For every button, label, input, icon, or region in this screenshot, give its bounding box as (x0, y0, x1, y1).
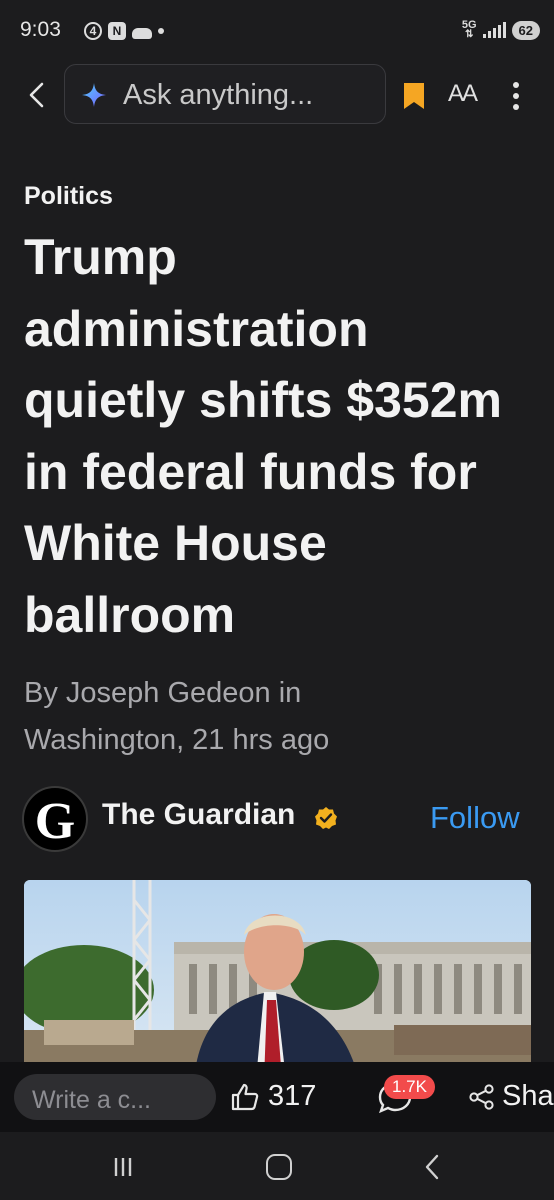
comment-count-badge: 1.7K (384, 1075, 435, 1099)
publisher-logo[interactable]: G (22, 786, 88, 852)
verified-badge-icon (315, 807, 337, 829)
nav-back-icon[interactable] (422, 1154, 442, 1180)
article-headline: Trump administration quietly shifts $352… (24, 229, 502, 643)
follow-button[interactable]: Follow (430, 800, 520, 836)
more-notifications-dot-icon (158, 28, 164, 34)
home-icon[interactable] (266, 1154, 292, 1180)
article-category[interactable]: Politics (24, 182, 113, 211)
share-button[interactable]: Sha (468, 1080, 554, 1113)
battery-indicator: 62 (511, 20, 540, 40)
share-icon (469, 1083, 494, 1110)
thumbs-up-icon (231, 1083, 259, 1110)
recent-apps-icon[interactable] (112, 1156, 134, 1178)
article-photo[interactable] (24, 880, 531, 1080)
app-notification-icon: N (108, 22, 126, 40)
like-button[interactable]: 317 (230, 1080, 316, 1113)
system-navigation-bar (0, 1132, 554, 1200)
like-count: 317 (268, 1080, 317, 1112)
notification-icons: 4 N (84, 22, 164, 40)
signal-icon (482, 22, 506, 38)
publisher-name[interactable]: The Guardian (102, 798, 295, 832)
status-bar: 9:03 4 N 5G ⇅ 62 (0, 0, 554, 62)
back-arrow-icon[interactable] (22, 80, 52, 110)
notification-count-icon: 4 (84, 22, 102, 40)
sparkle-icon (82, 83, 106, 107)
cloud-icon (132, 27, 152, 39)
ask-anything-placeholder: Ask anything... (123, 79, 314, 111)
bottom-action-bar: Write a c... 317 1.7K Sha (0, 1062, 554, 1132)
network-type: 5G ⇅ (461, 19, 477, 40)
comment-placeholder: Write a c... (32, 1086, 152, 1114)
more-options-icon[interactable] (508, 80, 524, 112)
top-bar: Ask anything... AA (0, 62, 554, 128)
publisher-logo-letter: G (34, 793, 76, 850)
status-time: 9:03 (20, 18, 61, 41)
system-indicators: 5G ⇅ 62 (462, 20, 540, 40)
article-byline: By Joseph Gedeon in Washington, 21 hrs a… (24, 677, 330, 756)
comment-input[interactable]: Write a c... (14, 1074, 216, 1120)
photo-illustration (24, 880, 531, 1080)
ask-anything-input[interactable]: Ask anything... (64, 64, 386, 124)
bookmark-icon[interactable] (402, 82, 426, 110)
share-label: Sha (502, 1080, 554, 1112)
text-size-button[interactable]: AA (448, 80, 478, 108)
